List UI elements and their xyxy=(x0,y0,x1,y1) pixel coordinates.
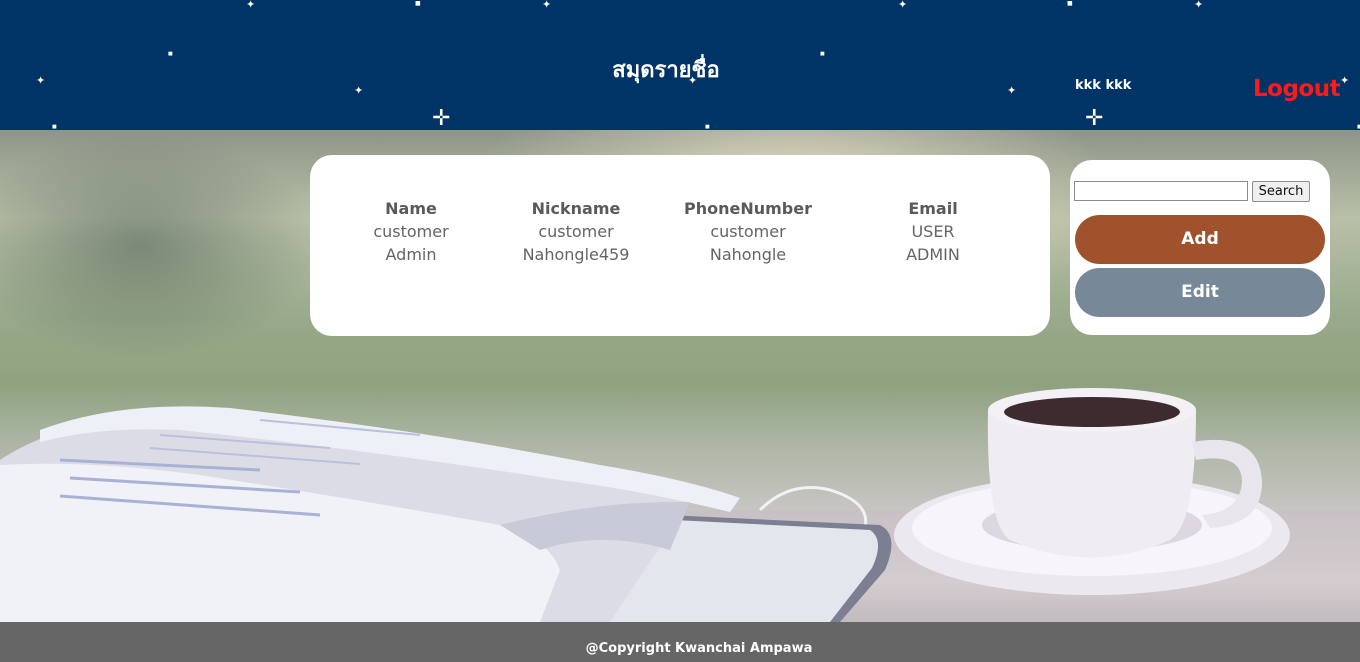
logout-link[interactable]: Logout xyxy=(1253,76,1341,102)
table-header: Nickname xyxy=(531,199,621,218)
page-title: สมุดรายชื่อ xyxy=(612,58,720,83)
table-cell: USER xyxy=(911,222,955,241)
table-cell: customer xyxy=(710,222,786,241)
sparkle-icon: ✦ xyxy=(898,0,908,11)
column-name: Name customer Admin xyxy=(331,197,491,266)
copyright-text: @Copyright Kwanchai Ampawa xyxy=(585,641,813,656)
column-email: Email USER ADMIN xyxy=(853,197,1013,266)
edit-button[interactable]: Edit xyxy=(1075,268,1325,317)
add-button[interactable]: Add xyxy=(1075,215,1325,264)
sparkle-icon: ■ xyxy=(415,0,421,7)
search-button[interactable]: Search xyxy=(1252,181,1310,202)
table-header: Name xyxy=(385,199,437,218)
table-cell: Nahongle459 xyxy=(522,245,630,264)
user-name: kkk kkk xyxy=(1075,78,1132,93)
table-cell: Nahongle xyxy=(709,245,787,264)
sparkle-icon: ✛ xyxy=(432,106,451,130)
sparkle-icon: ✦ xyxy=(1340,74,1350,87)
sparkle-icon: ✦ xyxy=(1194,0,1204,11)
search-input[interactable] xyxy=(1074,181,1248,201)
table-cell: ADMIN xyxy=(906,245,960,264)
sparkle-icon: ✦ xyxy=(246,0,256,11)
column-phonenumber: PhoneNumber customer Nahongle xyxy=(668,197,828,266)
column-nickname: Nickname customer Nahongle459 xyxy=(496,197,656,266)
table-cell: Admin xyxy=(385,245,437,264)
table-header: Email xyxy=(908,199,958,218)
table-header: PhoneNumber xyxy=(684,199,812,218)
contacts-table: Name customer Admin Nickname customer Na… xyxy=(310,155,1050,336)
page-header: ✦ ■ ✦ ✦ ■ ✦ ■ ■ ✦ ✦ ✦ ✦ ✦ ✛ ✛ ■ ■ ■ สมุด… xyxy=(0,0,1360,130)
sparkle-icon: ✛ xyxy=(1085,106,1104,130)
table-cell: customer xyxy=(373,222,449,241)
sparkle-icon: ■ xyxy=(1067,0,1073,7)
sparkle-icon: ✦ xyxy=(542,0,552,11)
action-panel: Search Add Edit xyxy=(1070,160,1330,335)
table-cell: customer xyxy=(538,222,614,241)
page-footer: @Copyright Kwanchai Ampawa xyxy=(0,622,1360,662)
